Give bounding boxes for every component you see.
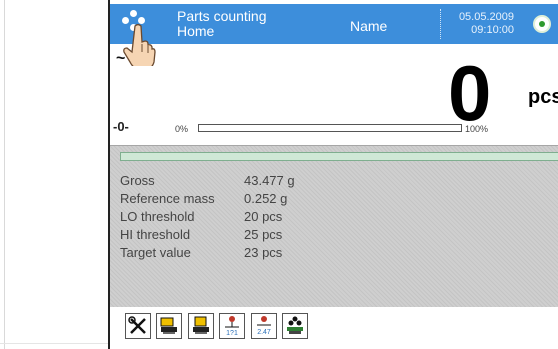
header-separator xyxy=(440,9,442,39)
threshold-bar xyxy=(120,152,558,161)
date-time: 05.05.2009 09:10:00 xyxy=(446,11,514,37)
balance-screen: Parts counting Home Name 05.05.2009 09:1… xyxy=(108,0,558,349)
time-label: 09:10:00 xyxy=(471,24,514,36)
info-label: Gross xyxy=(120,173,155,188)
info-value: 20 pcs xyxy=(244,209,283,224)
unit-label[interactable]: pcs xyxy=(528,86,558,109)
balance-compare-button[interactable]: 1?1 xyxy=(219,313,245,339)
info-value: 23 pcs xyxy=(244,245,283,260)
sample-weighing-button[interactable] xyxy=(282,313,308,339)
progress-min-label: 0% xyxy=(175,124,189,134)
info-panel: Gross 43.477 g Reference mass 0.252 g LO… xyxy=(110,145,558,308)
info-rows: Gross 43.477 g Reference mass 0.252 g LO… xyxy=(120,173,295,263)
info-value: 0.252 g xyxy=(244,191,288,206)
info-row-target-value: Target value 23 pcs xyxy=(120,245,295,263)
load-progress-bar xyxy=(198,124,462,132)
info-value: 25 pcs xyxy=(244,227,283,242)
info-row-gross: Gross 43.477 g xyxy=(120,173,295,191)
tare-button[interactable] xyxy=(156,313,182,339)
header-bar: Parts counting Home Name 05.05.2009 09:1… xyxy=(110,4,558,44)
reference-mass-icon: 2.47 xyxy=(257,316,271,336)
stability-marker: ~ xyxy=(116,50,126,67)
profile-name: Home xyxy=(177,23,215,39)
hand-pointer-icon xyxy=(123,23,156,66)
info-row-hi-threshold: HI threshold 25 pcs xyxy=(120,227,295,245)
page-margin-line xyxy=(4,0,5,349)
date-label: 05.05.2009 xyxy=(458,11,514,23)
weight-value: 0 xyxy=(448,49,492,137)
info-label: HI threshold xyxy=(120,227,191,242)
reference-mass-button[interactable]: 2.47 xyxy=(251,313,277,339)
mode-title[interactable]: Parts counting Home xyxy=(177,9,267,39)
tare-icon xyxy=(160,317,177,334)
user-name[interactable]: Name xyxy=(350,18,387,34)
mode-name: Parts counting xyxy=(177,8,267,24)
sample-weighing-icon xyxy=(287,316,303,334)
balance-compare-icon: 1?1 xyxy=(225,316,239,337)
tools-button[interactable] xyxy=(125,313,151,339)
status-indicator-icon[interactable] xyxy=(533,15,551,33)
zero-indicator: -0- xyxy=(113,119,129,134)
function-toolbar: 1?1 2.47 xyxy=(110,307,558,349)
progress-max-label: 100% xyxy=(465,124,489,134)
info-label: Target value xyxy=(120,245,191,260)
info-value: 43.477 g xyxy=(244,173,295,188)
tare-set-icon xyxy=(193,316,209,334)
info-label: Reference mass xyxy=(120,191,215,206)
info-row-reference-mass: Reference mass 0.252 g xyxy=(120,191,295,209)
info-row-lo-threshold: LO threshold 20 pcs xyxy=(120,209,295,227)
tare-set-button[interactable] xyxy=(188,313,214,339)
svg-text:2.47: 2.47 xyxy=(257,329,271,336)
svg-text:1?1: 1?1 xyxy=(226,330,238,337)
tools-icon xyxy=(128,316,146,334)
info-label: LO threshold xyxy=(120,209,195,224)
